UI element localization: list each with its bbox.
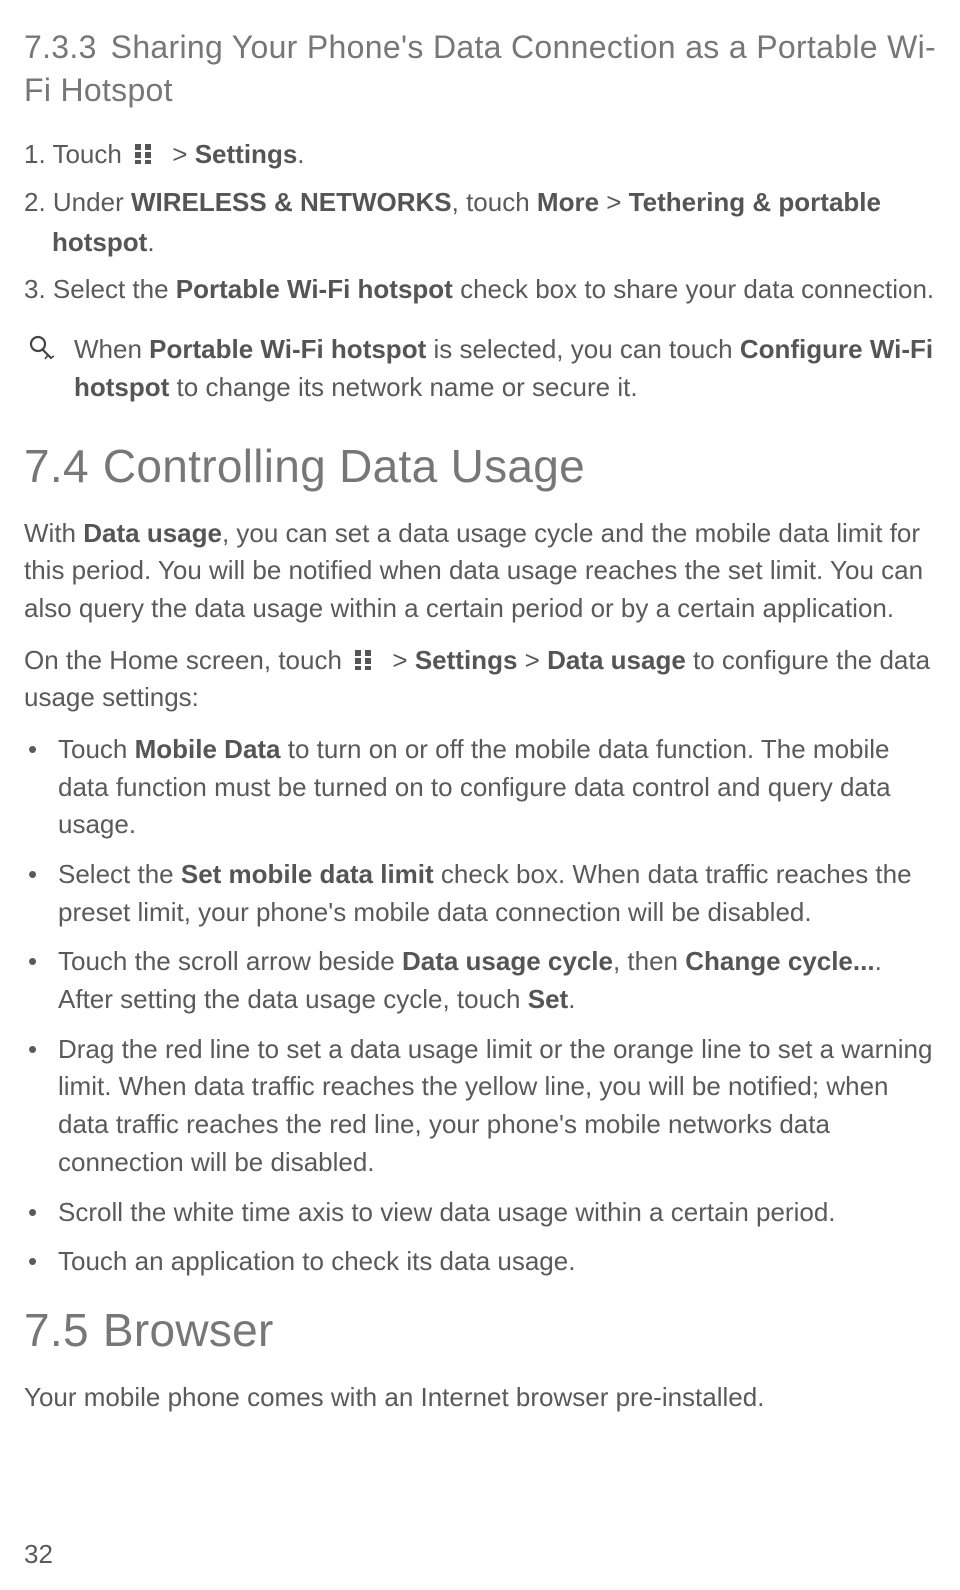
section-7-4-para-1: With Data usage, you can set a data usag… — [24, 515, 936, 628]
bullet-icon: • — [24, 1031, 58, 1182]
step-1: 1. Touch > Settings. — [24, 136, 936, 174]
bullet-icon: • — [24, 943, 58, 1018]
heading-text: Sharing Your Phone's Data Connection as … — [24, 29, 936, 108]
list-item: • Touch the scroll arrow beside Data usa… — [24, 943, 936, 1018]
section-7-5-para-1: Your mobile phone comes with an Internet… — [24, 1379, 936, 1417]
list-item: • Select the Set mobile data limit check… — [24, 856, 936, 931]
bullet-icon: • — [24, 1243, 58, 1281]
note-row: When Portable Wi-Fi hotspot is selected,… — [24, 331, 936, 406]
step-3: 3. Select the Portable Wi-Fi hotspot che… — [24, 271, 936, 309]
list-item: • Drag the red line to set a data usage … — [24, 1031, 936, 1182]
section-7-5-heading: 7.5 Browser — [24, 1303, 936, 1357]
section-7-4-heading: 7.4 Controlling Data Usage — [24, 439, 936, 493]
bullet-icon: • — [24, 731, 58, 844]
tip-icon — [28, 335, 56, 368]
bullet-icon: • — [24, 1194, 58, 1232]
list-item: • Touch an application to check its data… — [24, 1243, 936, 1281]
section-7-3-3-heading: 7.3.3Sharing Your Phone's Data Connectio… — [24, 26, 936, 112]
steps-list-7-3-3: 1. Touch > Settings. 2. Under WIRELESS &… — [24, 136, 936, 309]
heading-number: 7.3.3 — [24, 29, 97, 65]
section-7-4-para-2: On the Home screen, touch > Settings > D… — [24, 642, 936, 717]
list-item: • Touch Mobile Data to turn on or off th… — [24, 731, 936, 844]
list-item: • Scroll the white time axis to view dat… — [24, 1194, 936, 1232]
heading-text: Browser — [103, 1304, 274, 1356]
page-number: 32 — [24, 1539, 53, 1570]
apps-grid-icon — [353, 648, 377, 672]
bullet-icon: • — [24, 856, 58, 931]
bullet-list-7-4: • Touch Mobile Data to turn on or off th… — [24, 731, 936, 1281]
heading-number: 7.5 — [24, 1304, 89, 1356]
apps-grid-icon — [133, 142, 157, 166]
note-text: When Portable Wi-Fi hotspot is selected,… — [74, 331, 936, 406]
heading-text: Controlling Data Usage — [103, 440, 585, 492]
step-2: 2. Under WIRELESS & NETWORKS, touch More… — [24, 184, 936, 261]
heading-number: 7.4 — [24, 440, 89, 492]
